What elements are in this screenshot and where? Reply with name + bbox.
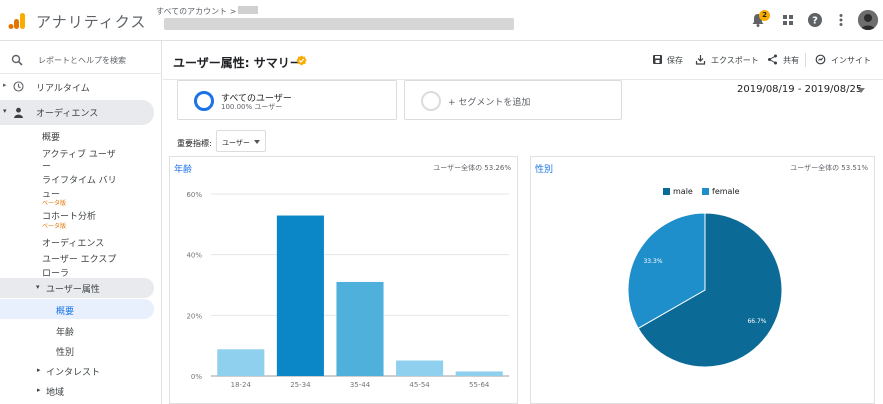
toolbar-divider bbox=[805, 53, 806, 67]
sidebar-item-realtime[interactable]: リアルタイム bbox=[36, 81, 90, 94]
legend-label[interactable]: male bbox=[673, 187, 693, 196]
sidebar-item-active-users[interactable]: アクティブ ユーザ bbox=[42, 147, 116, 160]
segment-indicator-icon bbox=[194, 91, 214, 111]
sidebar-item-lifetime-value[interactable]: ライフタイム バリ bbox=[42, 173, 117, 186]
search-icon bbox=[11, 54, 23, 66]
y-tick-label: 20% bbox=[186, 312, 202, 320]
x-tick-label: 25-34 bbox=[290, 381, 311, 389]
sidebar-item-audience-label: オーディエンス bbox=[36, 109, 99, 119]
sidebar-divider bbox=[0, 73, 162, 74]
sidebar-item-interests[interactable]: インタレスト bbox=[46, 365, 100, 378]
beta-badge: ベータ版 bbox=[42, 200, 67, 207]
age-bar[interactable] bbox=[396, 360, 444, 376]
sidebar-item-overview[interactable]: 概要 bbox=[42, 130, 60, 143]
expand-caret-icon[interactable]: ▸ bbox=[3, 81, 7, 89]
age-bar[interactable] bbox=[336, 281, 384, 376]
sidebar-item-audiences[interactable]: オーディエンス bbox=[42, 236, 104, 249]
y-tick-label: 0% bbox=[191, 373, 202, 381]
more-vert-icon[interactable] bbox=[833, 12, 849, 28]
redacted-view-selector[interactable] bbox=[164, 18, 514, 30]
date-range-picker[interactable]: 2019/08/19 - 2019/08/25 bbox=[737, 84, 862, 95]
gender-pie-chart: male female 66.7% 33.3% bbox=[627, 187, 783, 368]
sidebar-item-demographics[interactable]: ▾ ユーザー属性 bbox=[0, 278, 154, 298]
age-bar[interactable] bbox=[276, 215, 324, 376]
share-icon bbox=[768, 54, 777, 65]
age-card: 年齢 ユーザー全体の 53.26% 60% 40% 20% 0% 18-24 25-34 3… bbox=[169, 156, 518, 404]
sidebar-item-demographics-overview-label: 概要 bbox=[56, 307, 75, 317]
expand-caret-icon[interactable]: ▸ bbox=[37, 366, 41, 374]
svg-text:?: ? bbox=[812, 16, 818, 27]
x-tick-label: 45-54 bbox=[409, 381, 430, 389]
legend-swatch bbox=[663, 188, 670, 195]
segment-percentage: 100.00% ユーザー bbox=[221, 103, 283, 111]
search-placeholder: レポートとヘルプを検索 bbox=[38, 56, 126, 65]
x-tick-label: 18-24 bbox=[231, 381, 252, 389]
verified-badge-icon bbox=[296, 55, 307, 66]
analytics-logo-icon[interactable] bbox=[8, 12, 26, 30]
apps-grid-icon[interactable] bbox=[780, 12, 796, 28]
sidebar-item-geo[interactable]: 地域 bbox=[46, 385, 64, 398]
avatar-photo-icon bbox=[858, 10, 878, 30]
slice-value-label: 66.7% bbox=[747, 318, 766, 325]
age-bar[interactable] bbox=[217, 349, 265, 376]
clock-icon bbox=[13, 81, 24, 92]
insight-button[interactable]: インサイト bbox=[831, 55, 871, 66]
x-tick-label: 35-44 bbox=[350, 381, 371, 389]
export-button[interactable]: エクスポート bbox=[711, 55, 759, 66]
key-metric-value: ユーザー bbox=[222, 139, 250, 147]
sidebar-item-age[interactable]: 年齢 bbox=[56, 325, 74, 338]
report-search[interactable]: レポートとヘルプを検索 bbox=[0, 51, 162, 71]
segment-all-users[interactable]: すべてのユーザー 100.00% ユーザー bbox=[177, 80, 397, 120]
legend-swatch bbox=[702, 188, 709, 195]
app-title: アナリティクス bbox=[36, 13, 147, 31]
redacted-account-name bbox=[238, 6, 258, 14]
y-tick-label: 60% bbox=[186, 191, 202, 199]
sidebar-item-demographics-label: ユーザー属性 bbox=[46, 285, 100, 295]
collapse-caret-icon: ▾ bbox=[36, 283, 40, 291]
age-bar[interactable] bbox=[455, 371, 503, 376]
account-breadcrumb[interactable]: すべてのアカウント > bbox=[156, 6, 236, 17]
save-icon bbox=[653, 55, 662, 64]
age-bar-chart: 60% 40% 20% 0% 18-24 25-34 35-44 45-54 55-64 bbox=[186, 191, 509, 389]
sidebar-item-demographics-overview[interactable]: 概要 bbox=[0, 299, 154, 319]
sidebar-item-user-explorer[interactable]: ユーザー エクスプ bbox=[42, 252, 116, 265]
legend-label[interactable]: female bbox=[712, 187, 740, 196]
chevron-down-icon bbox=[254, 140, 260, 144]
date-dropdown-icon[interactable] bbox=[857, 88, 865, 93]
user-avatar[interactable] bbox=[858, 10, 878, 30]
gender-card: 性別 ユーザー全体の 53.51% male female 66.7% 33.3% bbox=[530, 156, 875, 404]
key-metric-select[interactable]: ユーザー bbox=[216, 130, 266, 152]
save-button[interactable]: 保存 bbox=[667, 55, 683, 66]
top-bar: アナリティクス すべてのアカウント > 2 ? bbox=[0, 0, 883, 41]
key-metric-label: 重要指標: bbox=[177, 139, 212, 148]
expand-caret-icon[interactable]: ▸ bbox=[37, 386, 41, 394]
insight-icon bbox=[815, 54, 826, 65]
add-segment-label: + セグメントを追加 bbox=[448, 98, 531, 108]
beta-badge: ベータ版 bbox=[42, 223, 67, 230]
notification-count-badge: 2 bbox=[759, 10, 770, 21]
main-content: ユーザー属性: サマリー 保存 エクスポート 共有 インサイト すべてのユーザー… bbox=[163, 41, 883, 404]
sidebar-item-audience[interactable]: ▾ オーディエンス bbox=[0, 100, 154, 125]
export-icon bbox=[695, 55, 706, 65]
share-button[interactable]: 共有 bbox=[783, 55, 799, 66]
slice-value-label: 33.3% bbox=[643, 258, 662, 265]
person-icon bbox=[14, 107, 23, 118]
page-title: ユーザー属性: サマリー bbox=[173, 56, 302, 70]
sidebar-item-active-users-cont[interactable]: ー bbox=[42, 159, 51, 172]
x-tick-label: 55-64 bbox=[469, 381, 490, 389]
sidebar-item-gender[interactable]: 性別 bbox=[56, 345, 74, 358]
empty-segment-icon bbox=[421, 91, 441, 111]
help-icon[interactable]: ? bbox=[807, 12, 823, 28]
collapse-caret-icon: ▾ bbox=[3, 107, 7, 115]
add-segment-box[interactable]: + セグメントを追加 bbox=[404, 80, 622, 120]
y-tick-label: 40% bbox=[186, 252, 202, 260]
sidebar: レポートとヘルプを検索 ▸ リアルタイム ▾ オーディエンス 概要 アクティブ … bbox=[0, 41, 162, 404]
